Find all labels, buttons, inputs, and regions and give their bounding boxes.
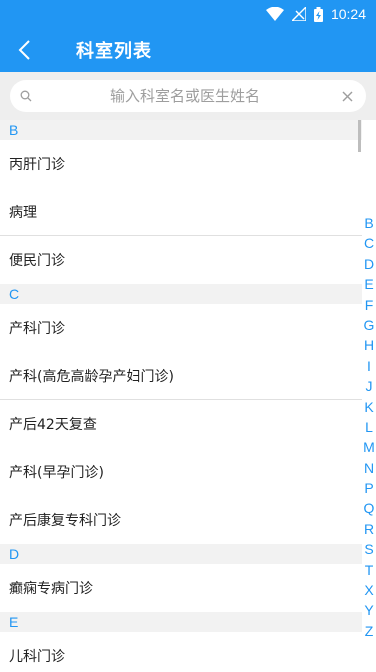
index-letter[interactable]: M <box>363 437 375 457</box>
index-letter[interactable]: N <box>364 458 374 478</box>
app-bar: 科室列表 <box>0 28 376 72</box>
list-item[interactable]: 儿科门诊 <box>0 632 362 672</box>
section-header-e: E <box>0 612 362 632</box>
index-letter[interactable]: F <box>365 295 374 315</box>
section-header-c: C <box>0 284 362 304</box>
search-box <box>10 80 366 112</box>
index-letter[interactable]: E <box>364 274 373 294</box>
index-letter[interactable]: X <box>364 580 373 600</box>
index-letter[interactable]: G <box>364 315 375 335</box>
index-letter[interactable]: S <box>364 539 373 559</box>
section-header-d: D <box>0 544 362 564</box>
list-item[interactable]: 癫痫专病门诊 <box>0 564 362 612</box>
index-letter[interactable]: R <box>364 519 374 539</box>
back-button[interactable] <box>0 28 48 72</box>
search-icon <box>20 90 32 102</box>
index-letter[interactable]: D <box>364 254 374 274</box>
index-letter[interactable]: L <box>365 417 373 437</box>
alphabet-index-bar[interactable]: B C D E F G H I J K L M N P Q R S T X Y … <box>362 213 376 641</box>
list-item[interactable]: 产科(高危高龄孕产妇门诊) <box>0 352 362 400</box>
list-item[interactable]: 丙肝门诊 <box>0 140 362 188</box>
index-letter[interactable]: Y <box>364 600 373 620</box>
search-input[interactable] <box>32 87 338 105</box>
index-letter[interactable]: Z <box>365 621 374 641</box>
wifi-icon <box>265 7 284 21</box>
index-letter[interactable]: K <box>364 397 373 417</box>
section-header-b: B <box>0 120 362 140</box>
index-letter[interactable]: T <box>365 560 374 580</box>
index-letter[interactable]: I <box>367 356 371 376</box>
page-title: 科室列表 <box>76 41 152 62</box>
list-item[interactable]: 产科门诊 <box>0 304 362 352</box>
index-letter[interactable]: B <box>364 213 373 233</box>
index-letter[interactable]: H <box>364 335 374 355</box>
status-bar: 10:24 <box>0 0 376 28</box>
index-letter[interactable]: P <box>364 478 373 498</box>
list-item[interactable]: 便民门诊 <box>0 236 362 284</box>
department-list[interactable]: B 丙肝门诊 病理 便民门诊 C 产科门诊 产科(高危高龄孕产妇门诊) 产后42… <box>0 120 362 672</box>
index-letter[interactable]: J <box>366 376 373 396</box>
scrollbar[interactable] <box>358 120 361 152</box>
list-item[interactable]: 产科(早孕门诊) <box>0 448 362 496</box>
list-item[interactable]: 产后康复专科门诊 <box>0 496 362 544</box>
list-item[interactable]: 病理 <box>0 188 362 236</box>
chevron-left-icon <box>18 40 30 60</box>
no-signal-icon <box>291 7 306 21</box>
list-item[interactable]: 产后42天复查 <box>0 400 362 448</box>
battery-charging-icon <box>313 6 323 22</box>
close-icon <box>342 91 352 101</box>
search-bar <box>0 72 376 120</box>
status-time: 10:24 <box>330 6 366 22</box>
index-letter[interactable]: C <box>364 233 374 253</box>
clear-search-button[interactable] <box>338 87 356 105</box>
index-letter[interactable]: Q <box>364 498 375 518</box>
